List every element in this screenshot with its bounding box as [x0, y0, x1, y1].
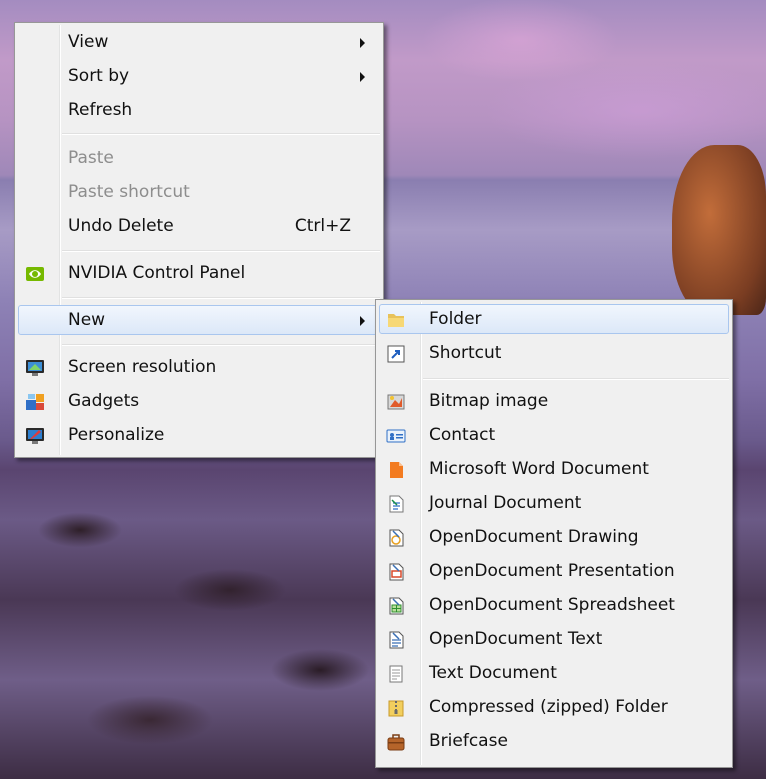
menu-item-label: Briefcase [429, 731, 508, 751]
submenu-arrow-icon [360, 38, 365, 48]
menu-item-label: Shortcut [429, 343, 502, 363]
wallpaper-rock-outcrop [672, 145, 766, 315]
menu-item-paste: Paste [18, 143, 380, 173]
menu-item-label: Refresh [68, 100, 133, 120]
text-document-icon [385, 664, 407, 684]
menu-item-view[interactable]: View [18, 27, 380, 57]
new-item-compressed-folder[interactable]: Compressed (zipped) Folder [379, 692, 729, 722]
menu-item-refresh[interactable]: Refresh [18, 95, 380, 125]
folder-icon [385, 310, 407, 330]
menu-item-label: Folder [429, 309, 482, 329]
menu-separator [62, 133, 380, 135]
menu-item-undo-delete[interactable]: Undo Delete Ctrl+Z [18, 211, 380, 241]
opendocument-text-icon [385, 630, 407, 650]
new-item-opendocument-spreadsheet[interactable]: OpenDocument Spreadsheet [379, 590, 729, 620]
menu-item-label: Sort by [68, 66, 130, 86]
menu-item-new[interactable]: New [18, 305, 380, 335]
new-item-opendocument-drawing[interactable]: OpenDocument Drawing [379, 522, 729, 552]
gadgets-icon [24, 392, 46, 412]
menu-separator [62, 250, 380, 252]
menu-item-label: OpenDocument Text [429, 629, 603, 649]
new-item-journal-document[interactable]: Journal Document [379, 488, 729, 518]
new-item-text-document[interactable]: Text Document [379, 658, 729, 688]
menu-item-label: Paste shortcut [68, 182, 190, 202]
new-submenu: Folder Shortcut Bitmap image Contact Mic… [375, 299, 733, 768]
shortcut-icon [385, 344, 407, 364]
menu-item-label: OpenDocument Presentation [429, 561, 675, 581]
submenu-arrow-icon [360, 72, 365, 82]
opendocument-presentation-icon [385, 562, 407, 582]
opendocument-drawing-icon [385, 528, 407, 548]
menu-separator [423, 378, 729, 380]
menu-item-paste-shortcut: Paste shortcut [18, 177, 380, 207]
menu-item-label: Paste [68, 148, 114, 168]
wallpaper-rocks [0, 470, 380, 779]
new-item-folder[interactable]: Folder [379, 304, 729, 334]
opendocument-spreadsheet-icon [385, 596, 407, 616]
menu-item-label: New [68, 310, 106, 330]
menu-item-label: Personalize [68, 425, 165, 445]
menu-item-nvidia-control-panel[interactable]: NVIDIA Control Panel [18, 258, 380, 288]
menu-item-screen-resolution[interactable]: Screen resolution [18, 352, 380, 382]
menu-item-label: Compressed (zipped) Folder [429, 697, 668, 717]
personalize-icon [24, 426, 46, 446]
keyboard-shortcut: Ctrl+Z [294, 216, 351, 236]
menu-item-personalize[interactable]: Personalize [18, 420, 380, 450]
new-item-bitmap-image[interactable]: Bitmap image [379, 386, 729, 416]
menu-item-gadgets[interactable]: Gadgets [18, 386, 380, 416]
menu-item-label: OpenDocument Spreadsheet [429, 595, 675, 615]
briefcase-icon [385, 732, 407, 752]
menu-separator [62, 297, 380, 299]
submenu-arrow-icon [360, 316, 365, 326]
menu-item-sort-by[interactable]: Sort by [18, 61, 380, 91]
screen-resolution-icon [24, 358, 46, 378]
menu-item-label: NVIDIA Control Panel [68, 263, 246, 283]
menu-item-label: Bitmap image [429, 391, 549, 411]
menu-item-label: Undo Delete [68, 216, 174, 236]
new-item-opendocument-presentation[interactable]: OpenDocument Presentation [379, 556, 729, 586]
desktop-context-menu: View Sort by Refresh Paste Paste shortcu… [14, 22, 384, 458]
menu-item-label: Gadgets [68, 391, 140, 411]
contact-icon [385, 426, 407, 446]
menu-item-label: Microsoft Word Document [429, 459, 649, 479]
new-item-word-document[interactable]: Microsoft Word Document [379, 454, 729, 484]
menu-item-label: View [68, 32, 109, 52]
bitmap-icon [385, 392, 407, 412]
new-item-briefcase[interactable]: Briefcase [379, 726, 729, 756]
new-item-contact[interactable]: Contact [379, 420, 729, 450]
new-item-opendocument-text[interactable]: OpenDocument Text [379, 624, 729, 654]
zip-folder-icon [385, 698, 407, 718]
new-item-shortcut[interactable]: Shortcut [379, 338, 729, 368]
menu-item-label: Screen resolution [68, 357, 217, 377]
nvidia-icon [24, 264, 46, 284]
journal-document-icon [385, 494, 407, 514]
word-document-icon [385, 460, 407, 480]
menu-separator [62, 344, 380, 346]
menu-item-label: OpenDocument Drawing [429, 527, 639, 547]
menu-item-label: Text Document [429, 663, 557, 683]
menu-item-label: Contact [429, 425, 496, 445]
menu-item-label: Journal Document [429, 493, 582, 513]
